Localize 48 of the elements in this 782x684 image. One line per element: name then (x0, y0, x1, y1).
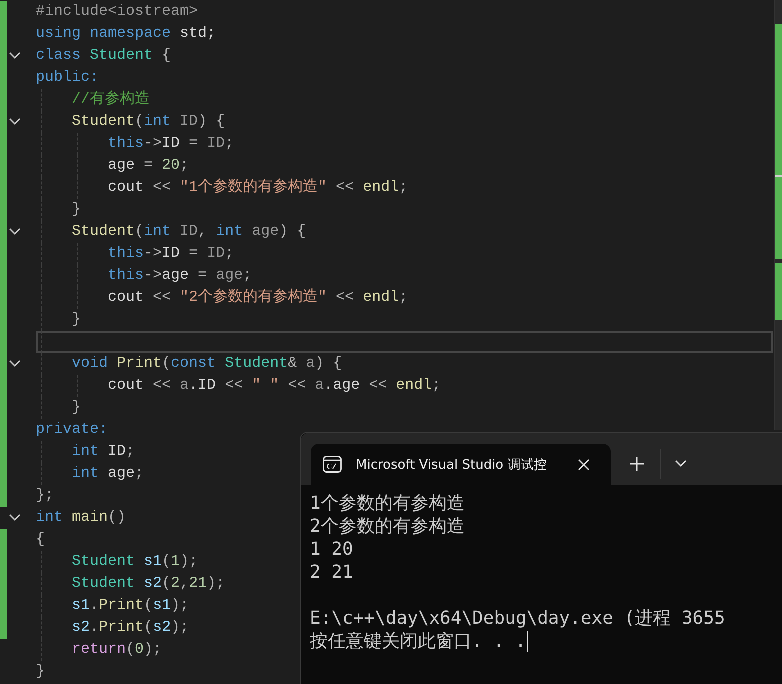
code-line: this->age = age; (108, 267, 252, 285)
fold-chevron-icon[interactable] (9, 118, 21, 126)
code-line: //有参构造 (72, 91, 150, 109)
console-tab[interactable]: Microsoft Visual Studio 调试控 (311, 444, 611, 485)
code-line: Student(int ID, int age) { (72, 223, 306, 241)
code-line: int age; (72, 465, 144, 483)
console-output-line: 按任意键关闭此窗口. . . (310, 630, 526, 653)
code-line: int main() (36, 509, 126, 527)
code-line: cout << "1个参数的有参构造" << endl; (108, 179, 408, 197)
code-line: s1.Print(s1); (72, 597, 190, 615)
console-output-line: E:\c++\day\x64\Debug\day.exe (进程 3655 (310, 607, 726, 630)
console-output-line: 2 21 (310, 561, 354, 584)
code-line: void Print(const Student& a) { (72, 355, 342, 373)
fold-chevron-icon[interactable] (9, 52, 21, 60)
fold-chevron-icon[interactable] (9, 360, 21, 368)
fold-chevron-icon[interactable] (9, 228, 21, 236)
code-line: } (72, 201, 82, 219)
code-line: using namespace std; (36, 25, 216, 43)
console-output-line: 1 20 (310, 538, 354, 561)
code-line: Student s2(2,21); (72, 575, 226, 593)
code-line: return(0); (72, 641, 162, 659)
code-line: Student(int ID) { (72, 113, 226, 131)
code-line: } (72, 399, 82, 417)
code-line: }; (36, 487, 54, 505)
code-line: private: (36, 421, 108, 439)
code-line: this->ID = ID; (108, 245, 234, 263)
text-cursor (527, 631, 528, 652)
code-line: public: (36, 69, 100, 87)
code-line: cout << a.ID << " " << a.age << endl; (108, 377, 442, 395)
close-icon[interactable] (578, 458, 590, 470)
console-output-line: 1个参数的有参构造 (310, 492, 466, 515)
code-line: class Student { (36, 47, 172, 65)
code-line: cout << "2个参数的有参构造" << endl; (108, 289, 408, 307)
code-line: { (36, 531, 46, 549)
code-line: Student s1(1); (72, 553, 198, 571)
code-line: s2.Print(s2); (72, 619, 190, 637)
dropdown-chevron-icon[interactable] (675, 460, 687, 468)
code-line: age = 20; (108, 157, 190, 175)
terminal-icon (323, 456, 342, 473)
fold-chevron-icon[interactable] (9, 514, 21, 522)
new-tab-icon[interactable] (630, 457, 644, 471)
code-line: } (72, 311, 82, 329)
code-line: int ID; (72, 443, 136, 461)
scrollbar-drawing[interactable] (774, 0, 782, 430)
code-line: #include<iostream> (36, 3, 198, 21)
console-output-line: 2个参数的有参构造 (310, 515, 466, 538)
code-line: } (36, 663, 46, 681)
code-line: this->ID = ID; (108, 135, 234, 153)
